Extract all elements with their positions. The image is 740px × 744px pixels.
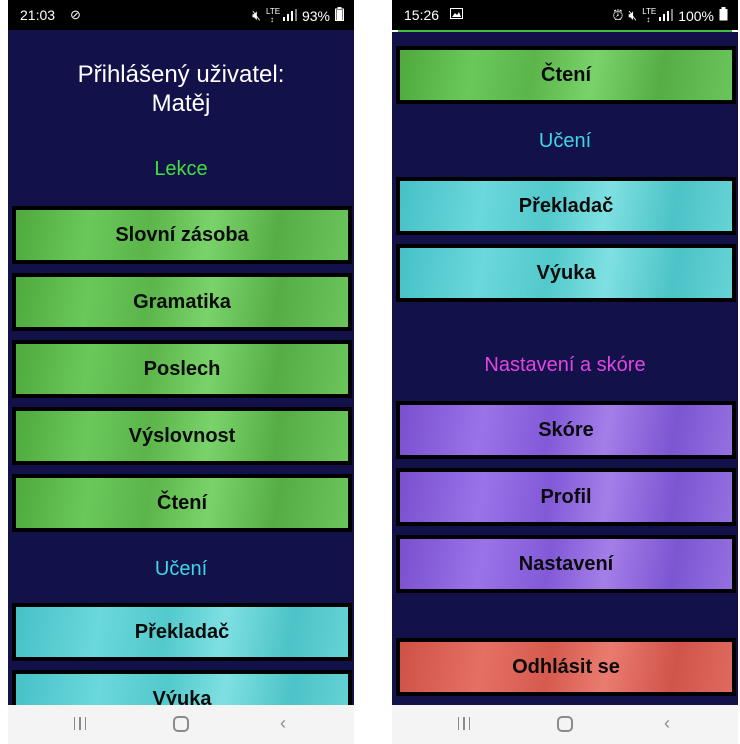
section-learning: Učení [154, 558, 208, 580]
recent-apps-icon[interactable] [444, 713, 484, 735]
pronunciation-button[interactable]: Výslovnost [12, 407, 352, 465]
status-bar: 15:26 ⏰︎ 🔇︎ LTE ↕ 100% [392, 0, 738, 30]
status-time: 15:26 [404, 7, 440, 23]
reading-button[interactable]: Čtení [12, 474, 352, 532]
battery-percent: 100% [678, 7, 714, 24]
tutorial-button[interactable]: Výuka [396, 244, 736, 302]
mute-icon: 🔇︎ [628, 7, 638, 23]
lte-icon: LTE ↕ [642, 6, 657, 24]
back-icon[interactable]: ‹ [647, 713, 687, 734]
logged-user-name: Matěj [151, 90, 211, 117]
app-screen: Čtení Učení Překladač Výuka Nastavení a … [392, 32, 738, 705]
alarm-icon: ⏰︎ [612, 7, 624, 23]
phone-screen-left: 21:03 ⊘ 🔇︎ LTE ↕ 93% Přihlášený uživatel:… [8, 0, 354, 744]
listening-button[interactable]: Poslech [12, 340, 352, 398]
grammar-button[interactable]: Gramatika [12, 273, 352, 331]
home-icon[interactable] [545, 713, 585, 737]
lte-icon: LTE ↕ [265, 6, 281, 24]
navigation-bar: ‹ [8, 705, 354, 744]
recent-apps-icon[interactable] [60, 713, 100, 735]
translator-button[interactable]: Překladač [396, 177, 736, 235]
user-header: Přihlášený uživatel: Matěj [8, 60, 354, 118]
settings-button[interactable]: Nastavení [396, 535, 736, 593]
score-button[interactable]: Skóre [396, 401, 736, 459]
back-icon[interactable]: ‹ [263, 713, 303, 734]
mute-icon: 🔇︎ [252, 7, 261, 23]
navigation-bar: ‹ [392, 705, 738, 744]
battery-percent: 93% [301, 7, 330, 24]
section-learning: Učení [538, 130, 592, 152]
status-bar: 21:03 ⊘ 🔇︎ LTE ↕ 93% [8, 0, 354, 30]
tutorial-button[interactable]: Výuka [12, 670, 352, 705]
home-icon[interactable] [161, 713, 201, 737]
reading-button[interactable]: Čtení [396, 46, 736, 104]
vocabulary-button[interactable]: Slovní zásoba [12, 206, 352, 264]
signal-icon [282, 8, 297, 24]
section-lessons: Lekce [154, 158, 208, 180]
section-settings-score: Nastavení a skóre [484, 354, 646, 376]
profile-button[interactable]: Profil [396, 468, 736, 526]
app-screen: Přihlášený uživatel: Matěj Lekce Slovní … [8, 30, 354, 705]
image-icon [450, 6, 463, 22]
signal-icon [659, 8, 674, 24]
translator-button[interactable]: Překladač [12, 603, 352, 661]
phone-screen-right: 15:26 ⏰︎ 🔇︎ LTE ↕ 100% Čtení Učení Překla… [392, 0, 738, 744]
logout-button[interactable]: Odhlásit se [396, 638, 736, 696]
battery-icon [719, 7, 728, 24]
data-saver-icon: ⊘ [70, 7, 81, 22]
logged-user-label: Přihlášený uživatel: [77, 61, 285, 88]
battery-icon [335, 7, 344, 24]
status-time: 21:03 [20, 7, 56, 23]
